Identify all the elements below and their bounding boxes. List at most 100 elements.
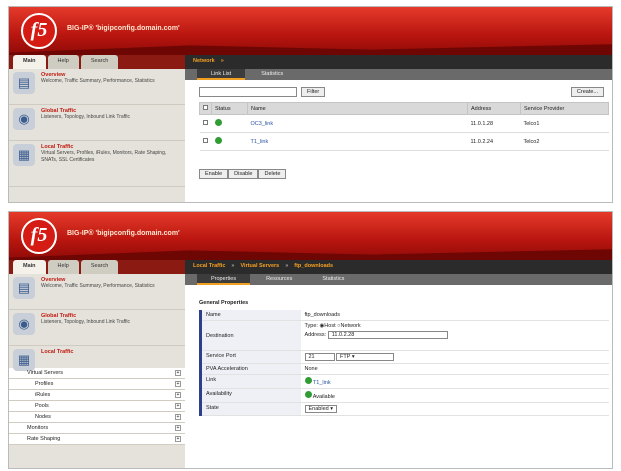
filter-input[interactable] bbox=[199, 87, 297, 97]
prop-label: State bbox=[200, 402, 301, 416]
link-name[interactable]: OC3_link bbox=[247, 114, 468, 133]
header-wave bbox=[9, 249, 612, 260]
breadcrumb-local-traffic[interactable]: Local Traffic bbox=[193, 263, 225, 271]
tab-search[interactable]: Search bbox=[80, 55, 119, 69]
link-table: Status Name Address Service Provider OC3… bbox=[199, 102, 609, 151]
availability-cell: Available bbox=[300, 388, 609, 403]
col-provider[interactable]: Service Provider bbox=[520, 102, 609, 115]
subnav-irules[interactable]: iRules + bbox=[9, 390, 185, 401]
tab-statistics[interactable]: Statistics bbox=[247, 69, 297, 80]
subnav-label: Pools bbox=[35, 403, 49, 409]
filter-row: Filter bbox=[199, 87, 326, 97]
prop-label: Link bbox=[200, 374, 301, 389]
chevron-down-icon: ▾ bbox=[351, 354, 355, 360]
tab-link-list[interactable]: Link List bbox=[197, 69, 246, 80]
status-green-icon bbox=[304, 391, 312, 398]
chevron-down-icon: ▾ bbox=[330, 406, 333, 412]
subnav-profiles[interactable]: Profiles + bbox=[9, 379, 185, 390]
row-checkbox[interactable] bbox=[202, 120, 208, 125]
subnav-pools[interactable]: Pools + bbox=[9, 401, 185, 412]
plus-icon[interactable]: + bbox=[175, 370, 181, 376]
state-select[interactable]: Enabled ▾ bbox=[304, 405, 337, 413]
create-button[interactable]: Create... bbox=[570, 87, 604, 97]
filter-button[interactable]: Filter bbox=[301, 87, 326, 97]
service-port-cell: 21 FTP ▾ bbox=[300, 350, 609, 364]
nav-global-traffic[interactable]: ◉ Global Traffic Listeners, Topology, In… bbox=[9, 310, 185, 346]
table-row[interactable]: T1_link 11.0.2.24 Telco2 bbox=[199, 132, 609, 151]
globe-icon: ◉ bbox=[13, 108, 35, 130]
plus-icon[interactable]: + bbox=[175, 425, 181, 431]
chevron-right-icon: » bbox=[231, 263, 235, 269]
nav-local-traffic[interactable]: ▦ Local Traffic Virtual Servers, Profile… bbox=[9, 141, 185, 187]
tab-search[interactable]: Search bbox=[80, 260, 119, 274]
prop-row: Availability Available bbox=[200, 388, 609, 403]
section-title: General Properties bbox=[199, 300, 249, 306]
prop-row: Name ftp_downloads bbox=[200, 310, 609, 321]
port-protocol-value: FTP bbox=[340, 354, 351, 360]
panel-tabs: Main Help Search bbox=[9, 55, 185, 69]
row-select-cell bbox=[199, 114, 212, 133]
port-protocol-select[interactable]: FTP ▾ bbox=[336, 353, 395, 361]
select-all-checkbox[interactable] bbox=[203, 105, 208, 110]
subtab-bar: Link List Statistics bbox=[185, 69, 612, 80]
state-value: Enabled bbox=[308, 406, 329, 412]
breadcrumb-network[interactable]: Network bbox=[193, 58, 215, 66]
nav-local-traffic[interactable]: ▦ Local Traffic bbox=[9, 346, 185, 371]
subtab-bar: Properties Resources Statistics bbox=[185, 274, 612, 285]
server-icon: ▦ bbox=[13, 349, 35, 371]
enable-button[interactable]: Enable bbox=[199, 169, 229, 179]
delete-button[interactable]: Delete bbox=[258, 169, 287, 179]
tab-resources[interactable]: Resources bbox=[252, 274, 306, 285]
header-bar: f5 BIG-IP® 'bigipconfig.domain.com' bbox=[9, 7, 612, 55]
link-cell: T1_link bbox=[300, 374, 609, 389]
breadcrumb-virtual-servers[interactable]: Virtual Servers bbox=[240, 263, 279, 271]
link-value[interactable]: T1_link bbox=[313, 380, 331, 386]
col-name[interactable]: Name bbox=[247, 102, 468, 115]
prop-label: Availability bbox=[200, 388, 301, 403]
action-buttons: Enable Disable Delete bbox=[199, 169, 287, 179]
address-field[interactable]: 11.0.2.28 bbox=[327, 331, 448, 339]
prop-label: Destination bbox=[200, 320, 301, 351]
prop-row: Link T1_link bbox=[200, 374, 609, 389]
tab-help[interactable]: Help bbox=[47, 55, 79, 69]
subnav-label: iRules bbox=[35, 392, 51, 398]
col-address[interactable]: Address bbox=[467, 102, 521, 115]
nav-title: Local Traffic bbox=[41, 349, 74, 355]
plus-icon[interactable]: + bbox=[175, 381, 181, 387]
link-name[interactable]: T1_link bbox=[247, 132, 468, 151]
subnav-monitors[interactable]: Monitors + bbox=[9, 423, 185, 434]
subnav-rate-shaping[interactable]: Rate Shaping + bbox=[9, 434, 185, 445]
nav-global-traffic[interactable]: ◉ Global Traffic Listeners, Topology, In… bbox=[9, 105, 185, 141]
table-row[interactable]: OC3_link 11.0.1.28 Telco1 bbox=[199, 114, 609, 133]
subnav-label: Virtual Servers bbox=[27, 370, 63, 376]
type-label: Type: bbox=[304, 323, 318, 329]
tab-main[interactable]: Main bbox=[13, 55, 46, 69]
tab-properties[interactable]: Properties bbox=[197, 274, 251, 285]
left-panel: Main Help Search ▤ Overview Welcome, Tra… bbox=[9, 260, 185, 468]
row-checkbox[interactable] bbox=[202, 138, 208, 143]
col-status[interactable]: Status bbox=[211, 102, 248, 115]
tab-help[interactable]: Help bbox=[47, 260, 79, 274]
nav-overview[interactable]: ▤ Overview Welcome, Traffic Summary, Per… bbox=[9, 69, 185, 105]
plus-icon[interactable]: + bbox=[175, 414, 181, 420]
disable-button[interactable]: Disable bbox=[228, 169, 259, 179]
prop-label: Name bbox=[200, 310, 301, 321]
plus-icon[interactable]: + bbox=[175, 436, 181, 442]
tab-statistics[interactable]: Statistics bbox=[308, 274, 358, 285]
plus-icon[interactable]: + bbox=[175, 403, 181, 409]
status-green-icon bbox=[214, 137, 222, 144]
prop-label: PVA Acceleration bbox=[200, 363, 301, 375]
tab-main[interactable]: Main bbox=[13, 260, 46, 274]
main-content: Network » Link List Statistics Filter Cre… bbox=[185, 55, 612, 202]
prop-value: ftp_downloads bbox=[300, 310, 609, 321]
server-icon: ▦ bbox=[13, 144, 35, 166]
plus-icon[interactable]: + bbox=[175, 392, 181, 398]
link-provider: Telco1 bbox=[520, 114, 609, 133]
breadcrumb-current: ftp_downloads bbox=[294, 263, 334, 269]
properties-table: Name ftp_downloads Destination Type: ◉Hos… bbox=[199, 310, 609, 416]
subnav-nodes[interactable]: Nodes + bbox=[9, 412, 185, 423]
subnav-virtual-servers[interactable]: Virtual Servers + bbox=[9, 368, 185, 379]
port-field[interactable]: 21 bbox=[304, 353, 335, 361]
nav-overview[interactable]: ▤ Overview Welcome, Traffic Summary, Per… bbox=[9, 274, 185, 310]
status-green-icon bbox=[304, 377, 312, 384]
